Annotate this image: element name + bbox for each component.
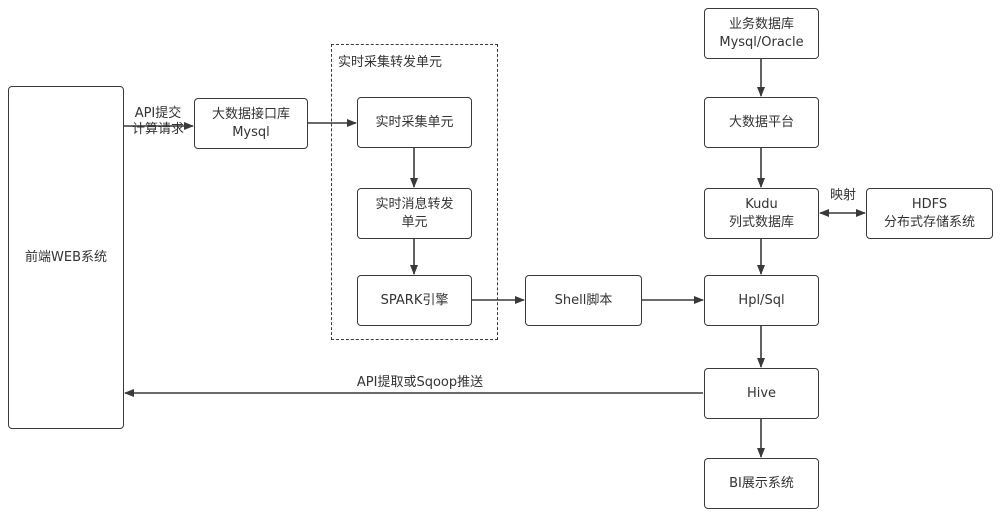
node-label: 列式数据库 (728, 214, 794, 230)
node-web[interactable]: 前端WEB系统 (8, 86, 124, 429)
node-label: 大数据接口库 (211, 106, 290, 122)
node-shell[interactable]: Shell脚本 (525, 275, 642, 326)
node-label: HDFS (911, 196, 948, 212)
edge-label-line: 计算请求 (131, 122, 184, 137)
node-label: BI展示系统 (729, 475, 794, 491)
node-label: 大数据平台 (728, 114, 794, 130)
node-label: Mysql (232, 124, 270, 140)
node-realtime-collect[interactable]: 实时采集单元 (357, 97, 472, 148)
node-bigdata-platform[interactable]: 大数据平台 (704, 97, 819, 148)
edge-label-mapping: 映射 (826, 188, 860, 204)
edge-label-line: API提交 (134, 106, 182, 121)
node-label: 分布式存储系统 (883, 214, 975, 230)
node-label: Hpl/Sql (738, 292, 785, 308)
node-label: Mysql/Oracle (719, 34, 804, 50)
node-label: 实时采集单元 (375, 114, 454, 130)
node-label: Hive (746, 385, 777, 401)
group-label: 实时采集转发单元 (338, 55, 443, 70)
node-label: SPARK引擎 (380, 292, 449, 308)
edge-label-api-sqoop: API提取或Sqoop推送 (320, 375, 520, 391)
node-business-db[interactable]: 业务数据库 Mysql/Oracle (704, 8, 819, 59)
node-realtime-msg[interactable]: 实时消息转发 单元 (357, 188, 472, 239)
node-bigdata-api-db[interactable]: 大数据接口库 Mysql (194, 98, 308, 149)
node-label: 业务数据库 (728, 16, 794, 32)
node-hdfs[interactable]: HDFS 分布式存储系统 (866, 188, 993, 239)
node-label: Kudu (745, 196, 778, 212)
edge-label-line: 映射 (829, 188, 856, 203)
node-kudu[interactable]: Kudu 列式数据库 (704, 188, 819, 239)
node-label: 单元 (401, 214, 428, 230)
node-label: 前端WEB系统 (25, 249, 107, 265)
node-label: Shell脚本 (554, 292, 613, 308)
edge-label-line: API提取或Sqoop推送 (356, 375, 484, 390)
diagram-canvas (124, 59, 866, 458)
node-hive[interactable]: Hive (704, 368, 819, 419)
node-label: 实时消息转发 (375, 196, 454, 212)
node-hplsql[interactable]: Hpl/Sql (704, 275, 819, 326)
node-spark[interactable]: SPARK引擎 (357, 275, 472, 326)
node-bi[interactable]: BI展示系统 (704, 458, 819, 509)
edge-label-api-submit: API提交 计算请求 (127, 106, 189, 138)
